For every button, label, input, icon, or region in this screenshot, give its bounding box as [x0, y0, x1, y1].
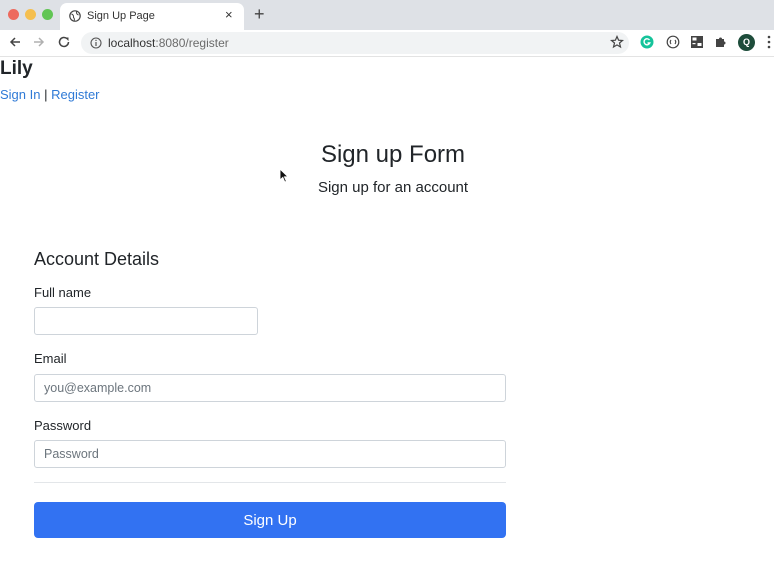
password-input[interactable] — [34, 440, 506, 468]
url-text: localhost:8080/register — [108, 36, 229, 50]
browser-toolbar: localhost:8080/register Q — [0, 30, 774, 57]
form-subtitle: Sign up for an account — [317, 179, 469, 196]
maximize-window-button[interactable] — [42, 9, 53, 20]
browser-tab[interactable]: Sign Up Page × — [60, 3, 244, 30]
browser-tab-bar: Sign Up Page × + — [0, 0, 774, 30]
info-icon[interactable] — [90, 37, 102, 49]
register-link[interactable]: Register — [51, 87, 99, 102]
mouse-cursor-icon — [279, 168, 289, 183]
sign-up-button[interactable]: Sign Up — [34, 502, 506, 538]
reload-icon[interactable] — [57, 35, 71, 49]
address-bar[interactable]: localhost:8080/register — [81, 32, 629, 54]
form-title: Sign up Form — [320, 141, 466, 168]
more-vert-icon[interactable] — [767, 35, 771, 49]
star-icon[interactable] — [610, 35, 624, 49]
close-window-button[interactable] — [8, 9, 19, 20]
link-separator: | — [40, 87, 52, 102]
form-divider — [34, 482, 506, 483]
url-host: localhost — [108, 36, 156, 50]
auth-links: Sign In | Register — [0, 87, 100, 102]
email-label: Email — [34, 351, 67, 366]
globe-icon — [69, 10, 81, 22]
tab-title: Sign Up Page — [87, 10, 155, 22]
selenium-icon[interactable] — [690, 35, 704, 49]
full-name-input[interactable] — [34, 307, 258, 335]
forward-arrow-icon[interactable] — [32, 35, 46, 49]
new-tab-button[interactable]: + — [254, 4, 265, 24]
puzzle-icon[interactable] — [714, 35, 728, 49]
extension-icon[interactable] — [666, 35, 680, 49]
full-name-label: Full name — [34, 285, 92, 300]
sign-in-link[interactable]: Sign In — [0, 87, 40, 102]
back-arrow-icon[interactable] — [8, 35, 22, 49]
section-title: Account Details — [34, 249, 160, 269]
site-brand[interactable]: Lily — [0, 58, 33, 80]
minimize-window-button[interactable] — [25, 9, 36, 20]
email-input[interactable] — [34, 374, 506, 402]
password-label: Password — [34, 418, 92, 433]
grammarly-icon[interactable] — [640, 35, 654, 49]
url-path: :8080/register — [155, 36, 229, 50]
profile-avatar[interactable]: Q — [738, 34, 755, 51]
tab-close-icon[interactable]: × — [225, 7, 233, 22]
